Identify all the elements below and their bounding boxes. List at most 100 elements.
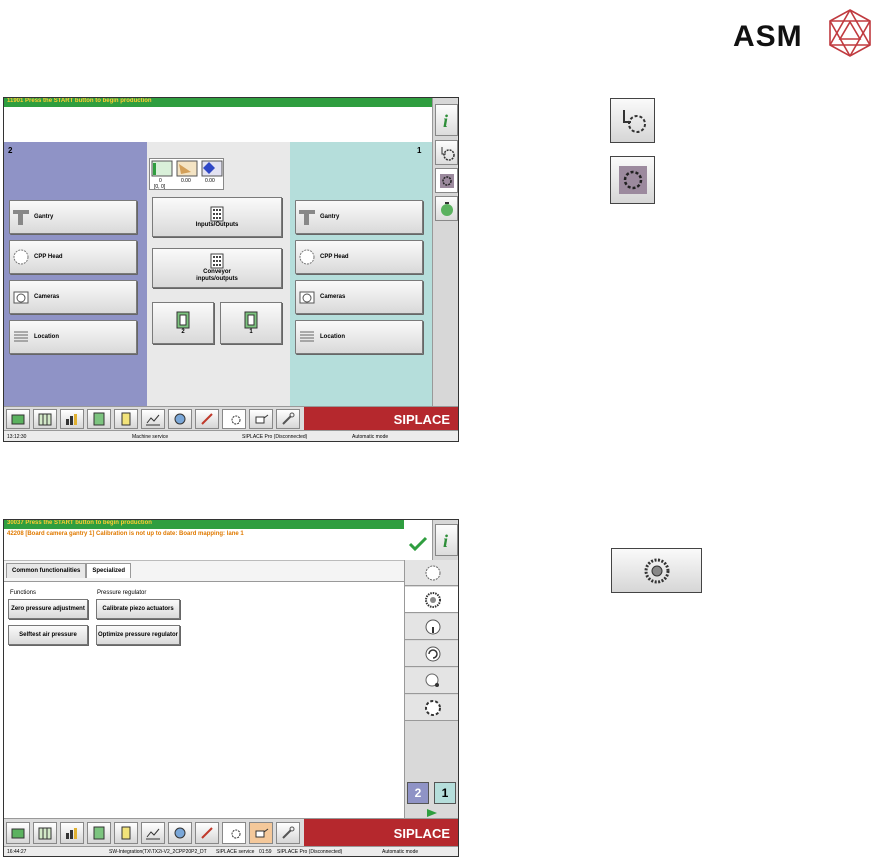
gantry-button[interactable]: Gantry — [9, 200, 137, 234]
acknowledge-button[interactable] — [404, 529, 432, 559]
cpp-head-button[interactable]: CPP Head — [9, 240, 137, 274]
status-bar: 13:12:30 Machine service SIPLACE Pro (Di… — [4, 430, 458, 441]
hand-gear-icon — [231, 829, 241, 839]
io-grid-icon — [210, 206, 224, 221]
asm-logo-icon — [829, 9, 871, 57]
oil-can-button[interactable] — [249, 409, 273, 429]
location-button[interactable]: Location — [9, 320, 137, 354]
grid-button[interactable] — [33, 409, 57, 429]
siplace-brand: SIPLACE — [304, 407, 458, 431]
line-chart-button[interactable] — [141, 409, 165, 429]
conveyor-1-button[interactable]: 1 — [220, 302, 282, 344]
tab-specialized[interactable]: Specialized — [86, 563, 132, 578]
star-wheel-sidebar-button[interactable] — [405, 587, 458, 613]
optimize-pressure-regulator-button[interactable]: Optimize pressure regulator — [96, 625, 180, 645]
legend-star-wheel-icon — [611, 548, 702, 593]
gantry-icon — [10, 208, 32, 226]
gauge-icon — [425, 619, 440, 634]
feeder-button[interactable] — [6, 409, 30, 429]
main-toolbar: SIPLACE — [4, 406, 458, 431]
bar-chart-button[interactable] — [60, 822, 84, 844]
rotate-icon — [425, 646, 440, 661]
conveyor-2-button[interactable]: 2 — [152, 302, 214, 344]
machine-service-button[interactable] — [222, 409, 246, 429]
mini-status-icons — [151, 160, 223, 177]
door-icon — [121, 826, 131, 840]
probe-button[interactable] — [195, 822, 219, 844]
siplace-brand: SIPLACE — [304, 819, 458, 847]
gear-settings-button[interactable] — [435, 168, 458, 193]
line-chart-icon — [146, 828, 160, 840]
io-grid-icon — [210, 253, 224, 269]
rotate-sidebar-button[interactable] — [405, 641, 458, 667]
content-area: Common functionalities Specialized Funct… — [4, 560, 404, 819]
gear-settings-icon — [439, 173, 454, 188]
location-button[interactable]: Location — [295, 320, 423, 354]
line-chart-button[interactable] — [141, 822, 165, 844]
cpp-head-sidebar-button[interactable] — [405, 560, 458, 586]
cameras-button[interactable]: Cameras — [9, 280, 137, 314]
inputs-outputs-button[interactable]: Inputs/Outputs — [152, 197, 282, 237]
conveyor-toolbar-button[interactable] — [87, 409, 111, 429]
wrench-button[interactable] — [276, 822, 300, 844]
conveyor-toolbar-button[interactable] — [87, 822, 111, 844]
star-wheel-icon — [644, 558, 669, 583]
gantry-2-toggle[interactable]: 2 — [407, 782, 429, 804]
wrench-button[interactable] — [276, 409, 300, 429]
gear-settings-icon — [618, 166, 647, 194]
status-service: SIPLACE service — [216, 849, 255, 855]
cpp-head-button[interactable]: CPP Head — [295, 240, 423, 274]
line-chart-icon — [146, 414, 160, 426]
wrench-icon — [282, 826, 295, 839]
cpp-head-icon — [425, 565, 440, 580]
svg-text:i: i — [443, 531, 448, 550]
bar-chart-button[interactable] — [60, 409, 84, 429]
machine-service-button[interactable] — [222, 822, 246, 844]
camera-icon — [174, 413, 186, 425]
asm-logo-text: ASM — [733, 20, 803, 53]
mini-status-display: 0 0.00 0.00 [0, 0] — [149, 158, 224, 190]
gantry-button[interactable]: Gantry — [295, 200, 423, 234]
specialized-panel: Functions Pressure regulator Zero pressu… — [4, 581, 404, 819]
info-button[interactable]: i — [435, 104, 458, 136]
return-button[interactable] — [419, 808, 445, 818]
function-sidebar: 2 1 — [404, 560, 458, 818]
cameras-button[interactable]: Cameras — [295, 280, 423, 314]
segment-sidebar-button[interactable] — [405, 695, 458, 721]
camera-toolbar-button[interactable] — [168, 822, 192, 844]
tab-common-functionalities[interactable]: Common functionalities — [6, 563, 87, 578]
probe-button[interactable] — [195, 409, 219, 429]
gantry-1-toggle[interactable]: 1 — [434, 782, 456, 804]
selftest-air-pressure-button[interactable]: Selftest air pressure — [8, 625, 88, 645]
camera-toolbar-button[interactable] — [168, 409, 192, 429]
conveyor-icon — [244, 311, 258, 328]
info-button[interactable]: i — [435, 524, 458, 556]
panel-number: 1 — [417, 146, 422, 155]
zero-pressure-adjustment-button[interactable]: Zero pressure adjustment — [8, 599, 88, 619]
hand-gear-icon — [622, 109, 646, 133]
wrench-icon — [282, 412, 295, 425]
grid-button[interactable] — [33, 822, 57, 844]
gantry-panel-1: 1 Gantry CPP Head Cameras Location — [290, 142, 432, 406]
status-time: 16:44:27 — [7, 849, 27, 855]
grid-icon — [38, 827, 52, 840]
gantry-icon — [296, 208, 318, 226]
door-button[interactable] — [114, 409, 138, 429]
status-time-2: 01:59 — [259, 849, 272, 855]
bar-chart-icon — [66, 828, 77, 839]
status-integration: SW-Integration(TX\TX2i-V2_2CPP20P2_DT — [109, 849, 207, 855]
location-list-icon — [10, 328, 32, 346]
timer-button[interactable] — [435, 196, 458, 221]
location-list-icon — [296, 328, 318, 346]
conveyor-io-button[interactable]: Conveyor inputs/outputs — [152, 248, 282, 288]
gauge-sidebar-button[interactable] — [405, 614, 458, 640]
hand-gear-button[interactable] — [435, 140, 458, 165]
door-button[interactable] — [114, 822, 138, 844]
tab-bar: Common functionalities Specialized — [6, 563, 132, 578]
oil-can-button[interactable] — [249, 822, 273, 844]
feeder-button[interactable] — [6, 822, 30, 844]
nozzle-sidebar-button[interactable] — [405, 668, 458, 694]
legend-gear-settings-icon — [610, 156, 655, 204]
probe-icon — [201, 413, 213, 425]
calibrate-piezo-actuators-button[interactable]: Calibrate piezo actuators — [96, 599, 180, 619]
